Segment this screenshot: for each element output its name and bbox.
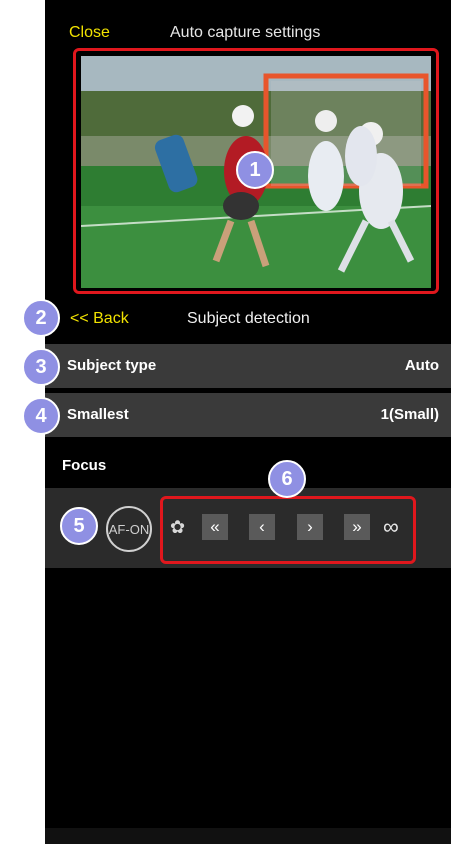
- header: Close Auto capture settings: [45, 5, 451, 51]
- smallest-value: 1(Small): [380, 406, 439, 423]
- callout-1: 1: [236, 151, 274, 189]
- bottom-bar: [45, 828, 451, 844]
- section-title: Subject detection: [187, 310, 310, 327]
- subject-type-label: Subject type: [67, 357, 157, 374]
- close-button[interactable]: Close: [69, 24, 110, 42]
- callout-3: 3: [22, 348, 60, 386]
- focus-section-label: Focus: [62, 457, 107, 474]
- page-title: Auto capture settings: [170, 24, 321, 41]
- smallest-label: Smallest: [67, 406, 129, 423]
- af-on-button[interactable]: AF-ON: [106, 506, 152, 552]
- focus-buttons-highlight: [160, 496, 416, 564]
- back-button[interactable]: << Back: [70, 310, 129, 328]
- callout-6: 6: [268, 460, 306, 498]
- subject-type-value: Auto: [404, 357, 439, 374]
- callout-5: 5: [60, 507, 98, 545]
- subject-type-row[interactable]: Subject type Auto: [45, 344, 451, 388]
- callout-2: 2: [22, 299, 60, 337]
- smallest-row[interactable]: Smallest 1(Small): [45, 393, 451, 437]
- callout-4: 4: [22, 397, 60, 435]
